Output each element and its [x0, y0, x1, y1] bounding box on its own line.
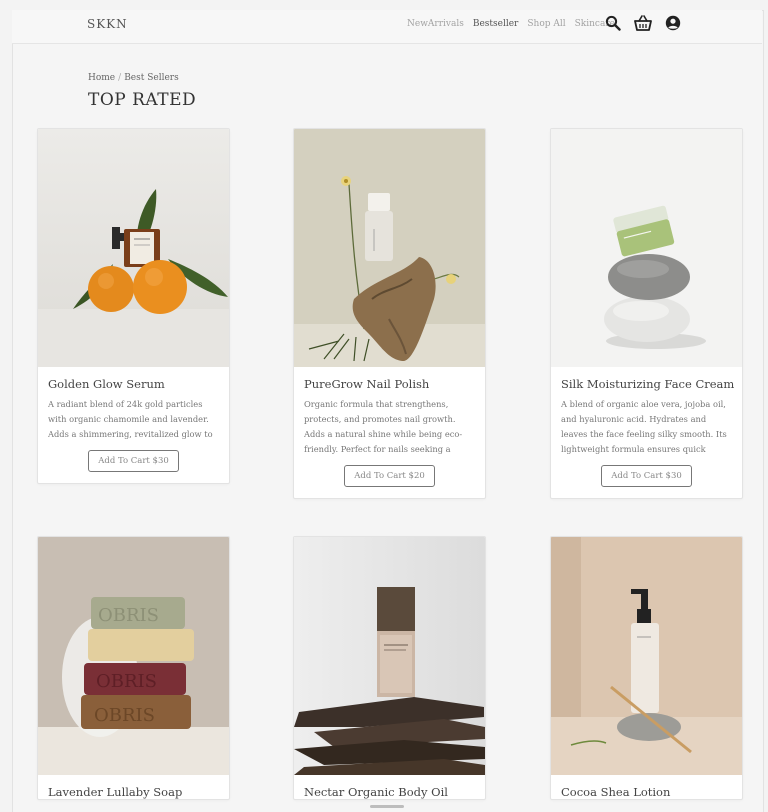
product-image[interactable]: [294, 537, 485, 775]
product-description: A blend of organic aloe vera, jojoba oil…: [561, 399, 727, 454]
product-description: Organic formula that strengthens, protec…: [304, 399, 463, 454]
nav-link-new-arrivals[interactable]: NewArrivals: [407, 19, 464, 29]
breadcrumb: Home / Best Sellers: [88, 73, 179, 83]
add-to-cart-button[interactable]: Add To Cart $30: [601, 465, 692, 487]
svg-text:OBRIS: OBRIS: [96, 671, 157, 692]
add-to-cart-button[interactable]: Add To Cart $30: [88, 450, 179, 472]
product-image[interactable]: OBRIS OBRIS OBRIS: [38, 537, 229, 775]
svg-text:OBRIS: OBRIS: [98, 605, 159, 626]
product-name[interactable]: Silk Moisturizing Face Cream: [561, 377, 734, 391]
product-card[interactable]: Nectar Organic Body Oil: [293, 536, 486, 800]
nav-links: NewArrivals Bestseller Shop All Skincare: [407, 19, 615, 29]
user-icon[interactable]: [665, 15, 681, 31]
product-card[interactable]: OBRIS OBRIS OBRIS Lavender Lullaby Soap: [37, 536, 230, 800]
nav-icons: [605, 15, 681, 31]
product-image[interactable]: [38, 129, 229, 367]
page-title: TOP RATED: [88, 90, 197, 110]
product-image[interactable]: [294, 129, 485, 367]
product-description: A radiant blend of 24k gold particles wi…: [48, 399, 213, 439]
product-image[interactable]: [551, 129, 742, 367]
product-name[interactable]: Nectar Organic Body Oil: [304, 785, 475, 799]
svg-text:OBRIS: OBRIS: [94, 705, 155, 726]
product-name[interactable]: Golden Glow Serum: [48, 377, 219, 391]
product-card[interactable]: Cocoa Shea Lotion: [550, 536, 743, 800]
product-card[interactable]: PureGrow Nail Polish Organic formula tha…: [293, 128, 486, 499]
product-card[interactable]: Silk Moisturizing Face Cream A blend of …: [550, 128, 743, 499]
nav-link-bestseller[interactable]: Bestseller: [473, 19, 519, 29]
scroll-indicator[interactable]: [370, 805, 404, 808]
top-navbar: SKKN NewArrivals Bestseller Shop All Ski…: [12, 10, 762, 44]
product-card[interactable]: Golden Glow Serum A radiant blend of 24k…: [37, 128, 230, 484]
nav-link-shop-all[interactable]: Shop All: [527, 19, 565, 29]
product-name[interactable]: PureGrow Nail Polish: [304, 377, 475, 391]
add-to-cart-button[interactable]: Add To Cart $20: [344, 465, 435, 487]
search-icon[interactable]: [605, 15, 621, 31]
breadcrumb-current: Best Sellers: [124, 73, 179, 83]
breadcrumb-separator: /: [118, 73, 122, 83]
breadcrumb-home[interactable]: Home: [88, 73, 115, 83]
product-image[interactable]: [551, 537, 742, 775]
brand-logo[interactable]: SKKN: [87, 17, 128, 31]
product-name[interactable]: Lavender Lullaby Soap: [48, 785, 219, 799]
basket-icon[interactable]: [634, 15, 652, 31]
product-name[interactable]: Cocoa Shea Lotion: [561, 785, 732, 799]
